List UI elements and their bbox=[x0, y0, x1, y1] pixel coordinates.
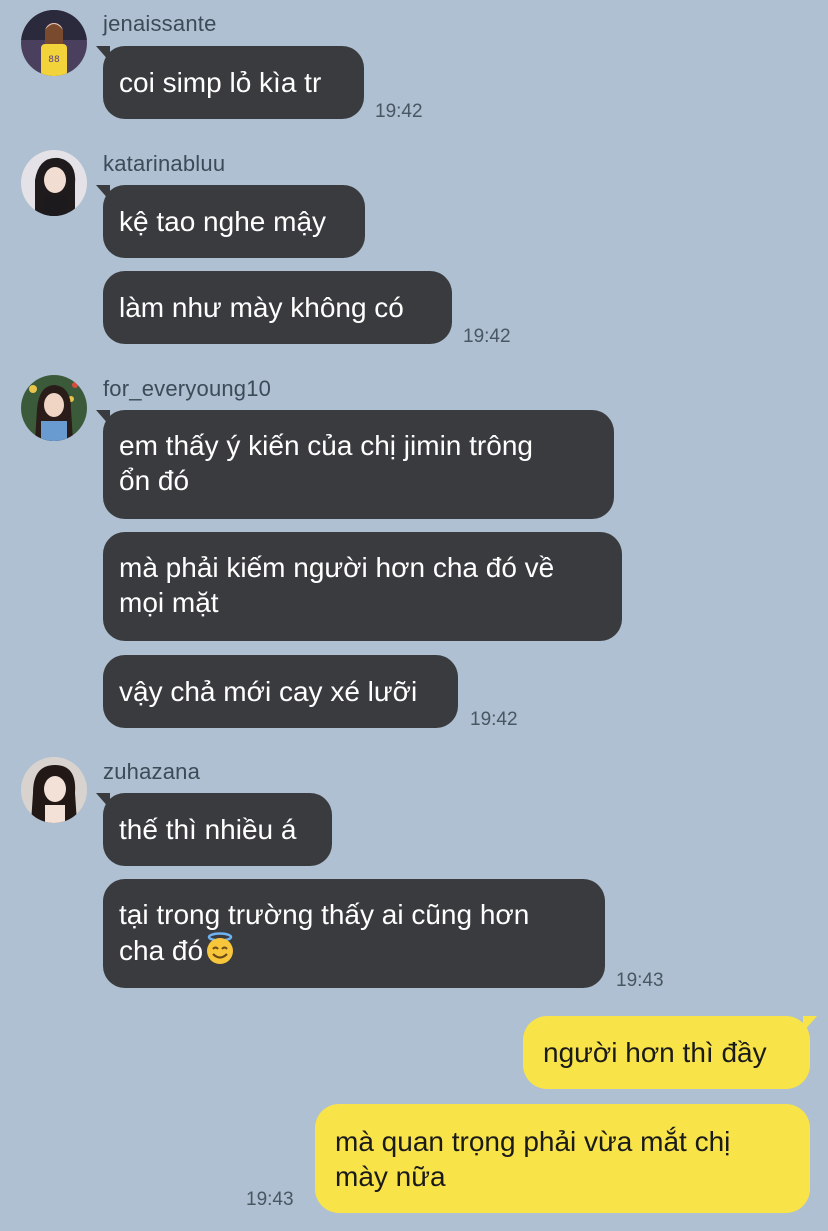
message-text: mà quan trọng phải vừa mắt chị mày nữa bbox=[335, 1126, 731, 1192]
username: zuhazana bbox=[103, 759, 201, 784]
svg-text:88: 88 bbox=[48, 55, 60, 65]
my-message-bubble[interactable]: người hơn thì đầy bbox=[523, 1016, 817, 1089]
message-text: người hơn thì đầy bbox=[543, 1037, 767, 1068]
message-bubble[interactable]: làm như mày không có bbox=[103, 271, 452, 344]
message-text: thế thì nhiều á bbox=[119, 814, 297, 845]
smiling-face-with-halo-icon bbox=[203, 932, 237, 966]
timestamp: 19:42 bbox=[463, 326, 511, 347]
message-bubble[interactable]: tại trong trường thấy ai cũng hơn cha đó bbox=[103, 879, 605, 988]
message-bubble[interactable]: coi simp lỏ kìa tr bbox=[96, 46, 364, 119]
message-text: coi simp lỏ kìa tr bbox=[119, 67, 322, 98]
message-bubble[interactable]: vậy chả mới cay xé lưỡi bbox=[103, 655, 458, 728]
avatar-for-everyoung10[interactable] bbox=[21, 375, 87, 441]
username: for_everyoung10 bbox=[103, 376, 272, 401]
message-text: mà phải kiếm người hơn cha đó về mọi mặt bbox=[119, 552, 555, 618]
message-text: tại trong trường thấy ai cũng hơn cha đó bbox=[119, 899, 530, 966]
message-bubble[interactable]: mà phải kiếm người hơn cha đó về mọi mặt bbox=[103, 532, 622, 641]
message-text: vậy chả mới cay xé lưỡi bbox=[119, 676, 418, 707]
message-bubble[interactable]: em thấy ý kiến của chị jimin trông ổn đó bbox=[96, 410, 614, 519]
username: jenaissante bbox=[103, 11, 217, 36]
message-text: em thấy ý kiến của chị jimin trông ổn đó bbox=[119, 430, 533, 496]
avatar-jenaissante[interactable]: 88 bbox=[21, 10, 87, 76]
timestamp: 19:43 bbox=[246, 1189, 294, 1210]
message-bubble[interactable]: thế thì nhiều á bbox=[96, 793, 332, 866]
timestamp: 19:42 bbox=[375, 101, 423, 122]
avatar-zuhazana[interactable] bbox=[21, 757, 87, 823]
username: katarinabluu bbox=[103, 151, 226, 176]
timestamp: 19:43 bbox=[616, 970, 664, 991]
my-message-bubble[interactable]: mà quan trọng phải vừa mắt chị mày nữa bbox=[315, 1104, 810, 1213]
message-text: làm như mày không có bbox=[119, 292, 404, 323]
message-text: kệ tao nghe mậy bbox=[119, 206, 327, 237]
avatar-katarinabluu[interactable] bbox=[21, 150, 87, 216]
message-bubble[interactable]: kệ tao nghe mậy bbox=[96, 185, 365, 258]
timestamp: 19:42 bbox=[470, 709, 518, 730]
